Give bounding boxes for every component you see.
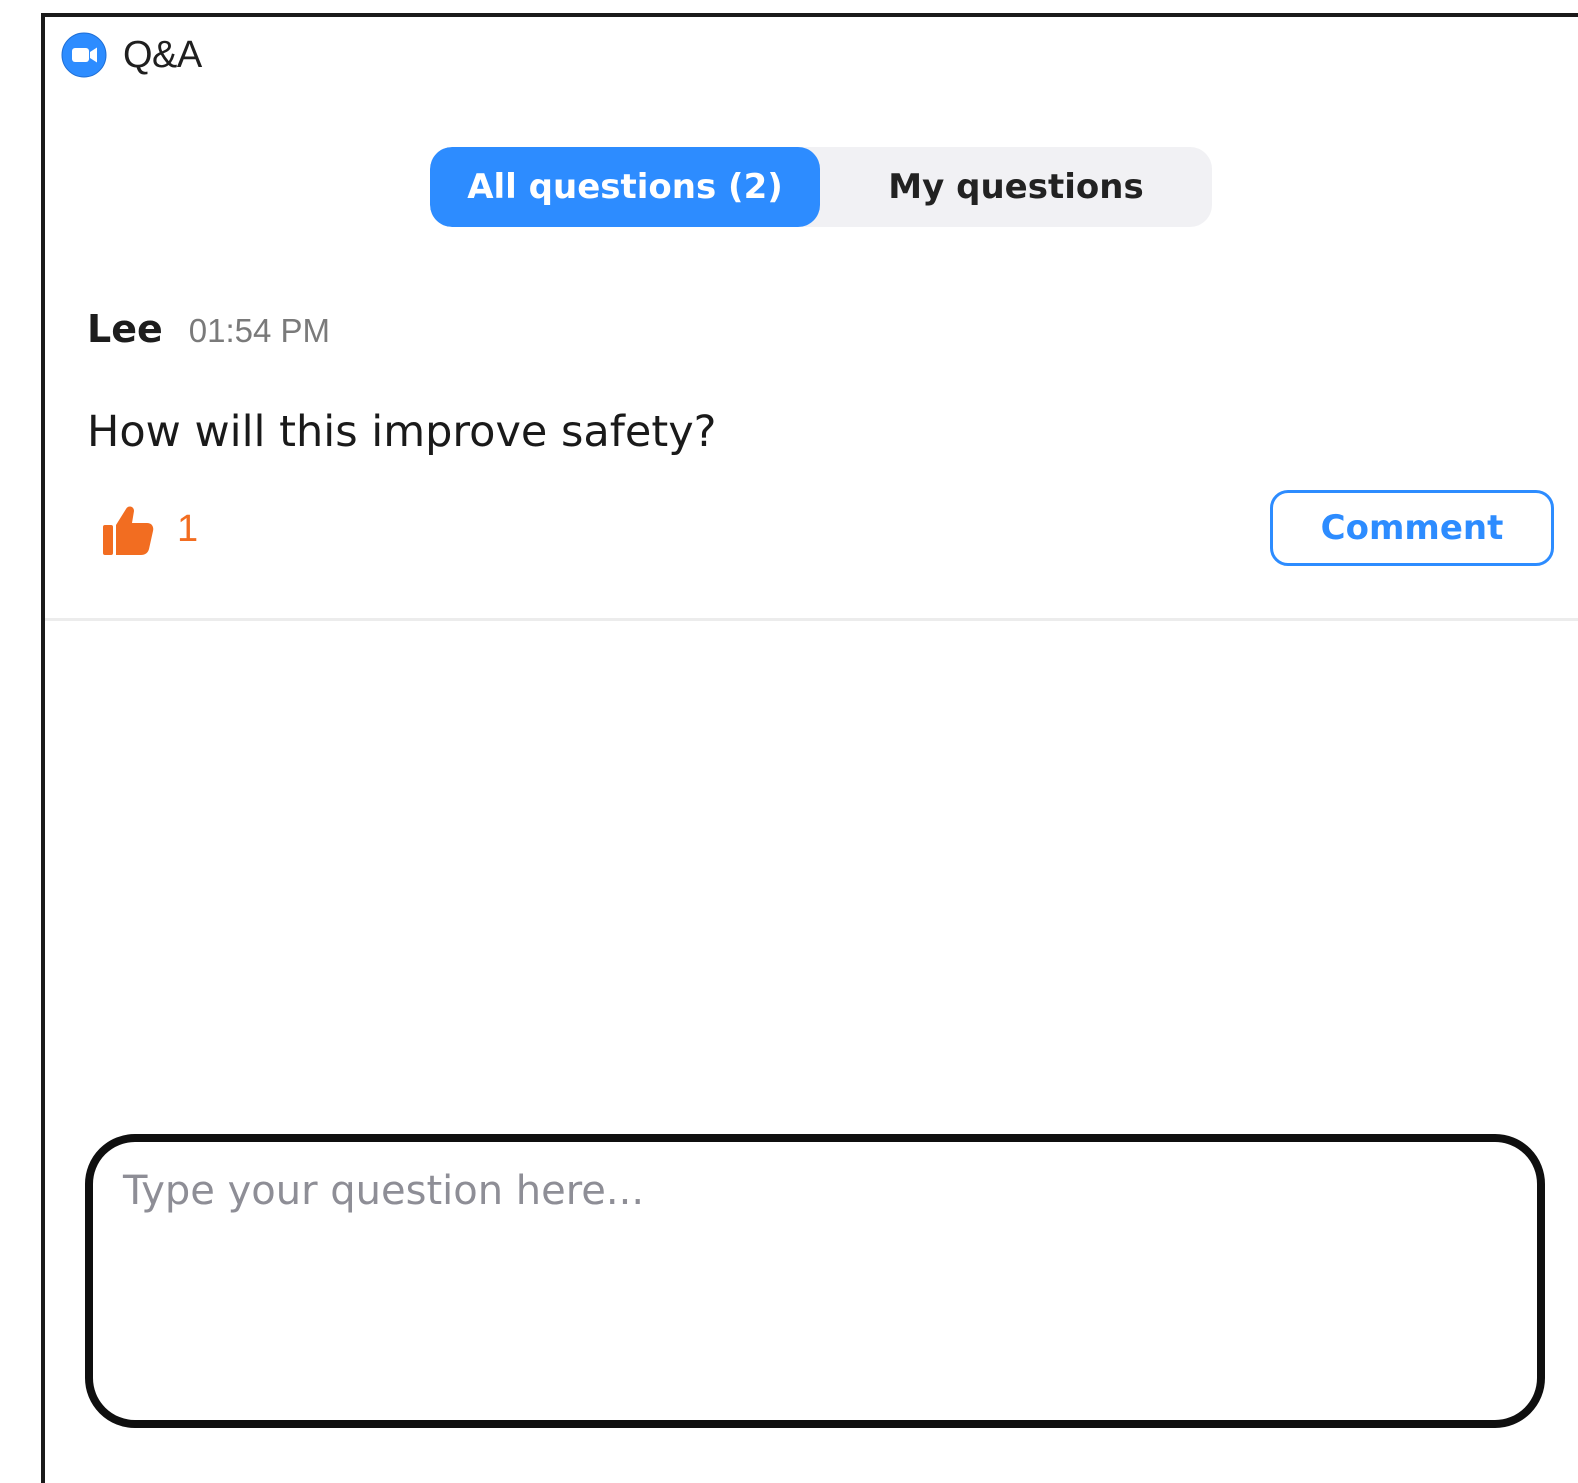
question-author: Lee <box>87 307 163 351</box>
question-filter-tabs: All questions (2) My questions <box>430 147 1212 227</box>
question-text: How will this improve safety? <box>87 407 717 457</box>
comment-button[interactable]: Comment <box>1270 490 1554 566</box>
question-input-box <box>85 1134 1545 1428</box>
window-title: Q&A <box>123 33 202 76</box>
qa-window: Q&A All questions (2) My questions Lee 0… <box>41 13 1578 1483</box>
upvote-button[interactable]: 1 <box>101 501 198 557</box>
question-input[interactable] <box>121 1166 1505 1390</box>
thumbs-up-icon <box>101 501 155 557</box>
title-bar: Q&A <box>61 31 202 79</box>
upvote-count: 1 <box>177 507 199 550</box>
zoom-camera-icon <box>61 32 107 78</box>
question-header: Lee 01:54 PM <box>87 307 1578 351</box>
question-item: Lee 01:54 PM How will this improve safet… <box>87 307 1578 457</box>
tab-all-questions[interactable]: All questions (2) <box>430 147 820 227</box>
question-time: 01:54 PM <box>188 312 331 349</box>
tab-my-questions[interactable]: My questions <box>820 147 1212 227</box>
divider <box>45 618 1578 621</box>
